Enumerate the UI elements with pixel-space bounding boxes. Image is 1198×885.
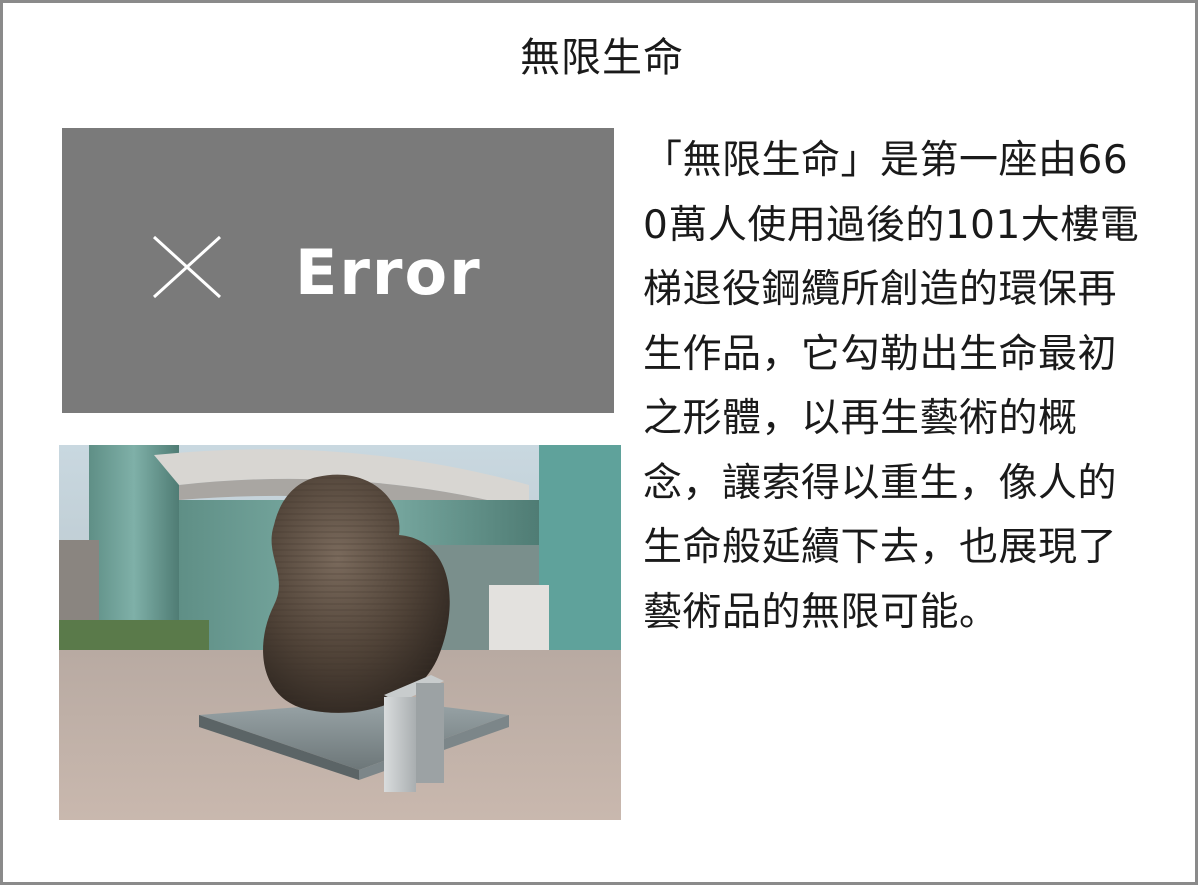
page-title: 無限生命 — [520, 35, 684, 81]
sculpture-photo — [59, 445, 621, 820]
error-label: Error — [295, 236, 482, 309]
close-icon — [152, 235, 222, 299]
description-text: 「無限生命」是第一座由660萬人使用過後的101大樓電梯退役鋼纜所創造的環保再生… — [643, 138, 1140, 635]
slide-frame: 無限生命 Error 「無限生命」是第一座由660萬人使用過後的101大樓電梯退… — [0, 0, 1198, 885]
